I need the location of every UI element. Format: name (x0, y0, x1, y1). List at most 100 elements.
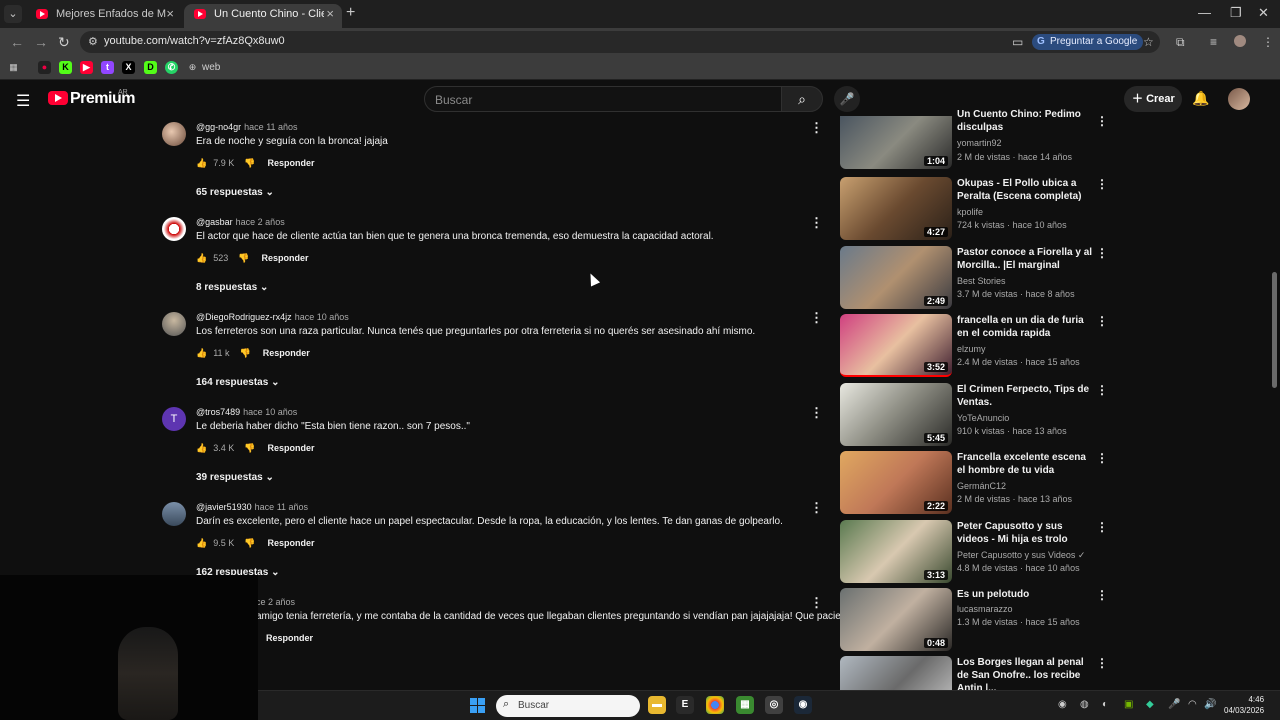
comment-menu-icon[interactable]: ⋮ (810, 595, 823, 611)
replies-toggle[interactable]: 65 respuestas ⌄ (196, 187, 274, 198)
avatar[interactable] (162, 502, 186, 526)
close-icon[interactable]: × (326, 4, 334, 24)
comment-author[interactable]: @gg-no4gr (196, 122, 241, 132)
x-icon[interactable]: X (122, 61, 135, 74)
close-icon[interactable]: × (166, 4, 174, 24)
video-thumbnail[interactable]: 5:45 (840, 383, 952, 446)
comment-time[interactable]: ce 2 años (256, 597, 295, 607)
channel-name[interactable]: elzumy (957, 344, 986, 354)
volume-icon[interactable]: 🔊 (1204, 699, 1216, 710)
forward-icon[interactable]: → (34, 34, 48, 50)
reply-button[interactable]: Responder (261, 253, 308, 263)
bookmark-colorful-icon[interactable]: ● (38, 61, 51, 74)
reload-icon[interactable]: ↻ (58, 34, 70, 51)
video-menu-icon[interactable]: ⋮ (1096, 588, 1108, 602)
video-thumbnail[interactable]: 2:22 (840, 451, 952, 514)
nvidia-icon[interactable]: ▣ (1124, 699, 1133, 710)
video-menu-icon[interactable]: ⋮ (1096, 520, 1108, 534)
channel-name[interactable]: Peter Capusotto y sus Videos ✓ (957, 550, 1085, 561)
video-menu-icon[interactable]: ⋮ (1096, 177, 1108, 191)
avatar[interactable] (162, 312, 186, 336)
recommendation-item[interactable]: 0:48 Es un pelotudo lucasmarazzo 1.3 M d… (838, 588, 1108, 654)
comment-author[interactable]: @javier51930 (196, 502, 252, 512)
comment-menu-icon[interactable]: ⋮ (810, 120, 823, 136)
app-icon[interactable]: ◎ (765, 696, 783, 714)
video-thumbnail[interactable] (840, 656, 952, 690)
ask-google-button[interactable]: G Preguntar a Google (1032, 34, 1144, 50)
video-thumbnail[interactable]: 2:49 (840, 246, 952, 309)
reply-button[interactable]: Responder (267, 538, 314, 548)
comment-author[interactable]: @gasbar (196, 217, 233, 227)
dislike-icon[interactable]: 👎 (244, 158, 255, 169)
reply-button[interactable]: Responder (267, 158, 314, 168)
channel-name[interactable]: yomartin92 (957, 138, 1002, 148)
video-menu-icon[interactable]: ⋮ (1096, 383, 1108, 397)
menu-kebab-icon[interactable]: ⋮ (1262, 35, 1274, 49)
dislike-icon[interactable]: 👎 (244, 443, 255, 454)
video-title[interactable]: Okupas - El Pollo ubica a Peralta (Escen… (957, 177, 1095, 203)
recommendation-item[interactable]: 3:13 Peter Capusotto y sus videos - Mi h… (838, 520, 1108, 586)
channel-name[interactable]: YoTeAnuncio (957, 413, 1009, 423)
video-thumbnail[interactable]: 4:27 (840, 177, 952, 240)
avatar[interactable]: T (162, 407, 186, 431)
comment-time[interactable]: hace 11 años (255, 502, 308, 512)
hamburger-menu-icon[interactable]: ☰ (16, 91, 30, 111)
recommendation-item[interactable]: 3:52 francella en un dia de furia en el … (838, 314, 1108, 380)
account-avatar[interactable] (1228, 88, 1250, 110)
comment-author[interactable]: @DiegoRodriguez-rx4jz (196, 312, 292, 322)
twitch-icon[interactable]: t (101, 61, 114, 74)
channel-name[interactable]: Best Stories (957, 276, 1006, 286)
page-scrollbar[interactable] (1272, 272, 1277, 388)
recommendation-item[interactable]: 1:04 Un Cuento Chino: Pedimo disculpas y… (838, 109, 1108, 180)
comment-menu-icon[interactable]: ⋮ (810, 310, 823, 326)
file-explorer-icon[interactable]: ▬ (648, 696, 666, 714)
youtube-logo-icon[interactable] (48, 91, 68, 105)
comment-menu-icon[interactable]: ⋮ (810, 405, 823, 421)
dislike-icon[interactable]: 👎 (244, 538, 255, 549)
tray-app-icon[interactable]: ◐ (1102, 699, 1108, 710)
replies-toggle[interactable]: 39 respuestas ⌄ (196, 472, 274, 483)
comment-menu-icon[interactable]: ⋮ (810, 215, 823, 231)
video-title[interactable]: Un Cuento Chino: Pedimo disculpas (957, 108, 1095, 136)
chrome-icon[interactable] (706, 696, 724, 714)
video-title[interactable]: Es un pelotudo (957, 588, 1095, 601)
video-menu-icon[interactable]: ⋮ (1096, 314, 1108, 328)
channel-name[interactable]: lucasmarazzo (957, 604, 1013, 614)
bookmark-web-label[interactable]: web (202, 62, 220, 73)
recommendation-item[interactable]: 5:45 El Crimen Ferpecto, Tips de Ventas.… (838, 383, 1108, 449)
notifications-bell-icon[interactable]: 🔔 (1192, 90, 1209, 107)
video-menu-icon[interactable]: ⋮ (1096, 246, 1108, 260)
d-bookmark-icon[interactable]: D (144, 61, 157, 74)
recommendation-item[interactable]: 2:22 Francella excelente escena el hombr… (838, 451, 1108, 517)
video-thumbnail[interactable]: 1:04 (840, 116, 952, 169)
tray-app-icon[interactable]: ◆ (1146, 699, 1154, 710)
reply-button[interactable]: Responder (267, 443, 314, 453)
replies-toggle[interactable]: 8 respuestas ⌄ (196, 282, 268, 293)
tab-search-icon[interactable]: ⌄ (4, 5, 22, 23)
create-button[interactable]: ＋ Crear (1124, 86, 1182, 112)
minimize-icon[interactable]: — (1198, 5, 1211, 20)
search-button[interactable]: ⌕ (781, 86, 823, 112)
comment-menu-icon[interactable]: ⋮ (810, 500, 823, 516)
comment-author[interactable]: @tros7489 (196, 407, 240, 417)
avatar[interactable] (162, 122, 186, 146)
video-title[interactable]: Francella excelente escena el hombre de … (957, 451, 1095, 477)
reply-button[interactable]: Responder (263, 348, 310, 358)
extensions-icon[interactable]: ⧉ (1176, 35, 1185, 50)
dislike-icon[interactable]: 👎 (240, 348, 251, 359)
window-close-icon[interactable]: ✕ (1258, 5, 1269, 21)
steam-tray-icon[interactable]: ◉ (1058, 699, 1067, 710)
video-thumbnail[interactable]: 0:48 (840, 588, 952, 651)
comment-time[interactable]: hace 2 años (236, 217, 285, 227)
tray-app-icon[interactable]: ◍ (1080, 699, 1089, 710)
site-info-icon[interactable]: ⚙ (88, 35, 98, 48)
wifi-icon[interactable]: ◠ (1188, 699, 1197, 710)
video-title[interactable]: Peter Capusotto y sus videos - Mi hija e… (957, 520, 1095, 546)
like-icon[interactable]: 👍 (196, 443, 207, 454)
channel-name[interactable]: GermánC12 (957, 481, 1006, 491)
like-icon[interactable]: 👍 (196, 348, 207, 359)
bookmark-star-icon[interactable]: ☆ (1143, 35, 1154, 49)
taskbar-search-input[interactable]: ⌕ Buscar (496, 695, 640, 717)
steam-icon[interactable]: ◉ (794, 696, 812, 714)
like-icon[interactable]: 👍 (196, 158, 207, 169)
